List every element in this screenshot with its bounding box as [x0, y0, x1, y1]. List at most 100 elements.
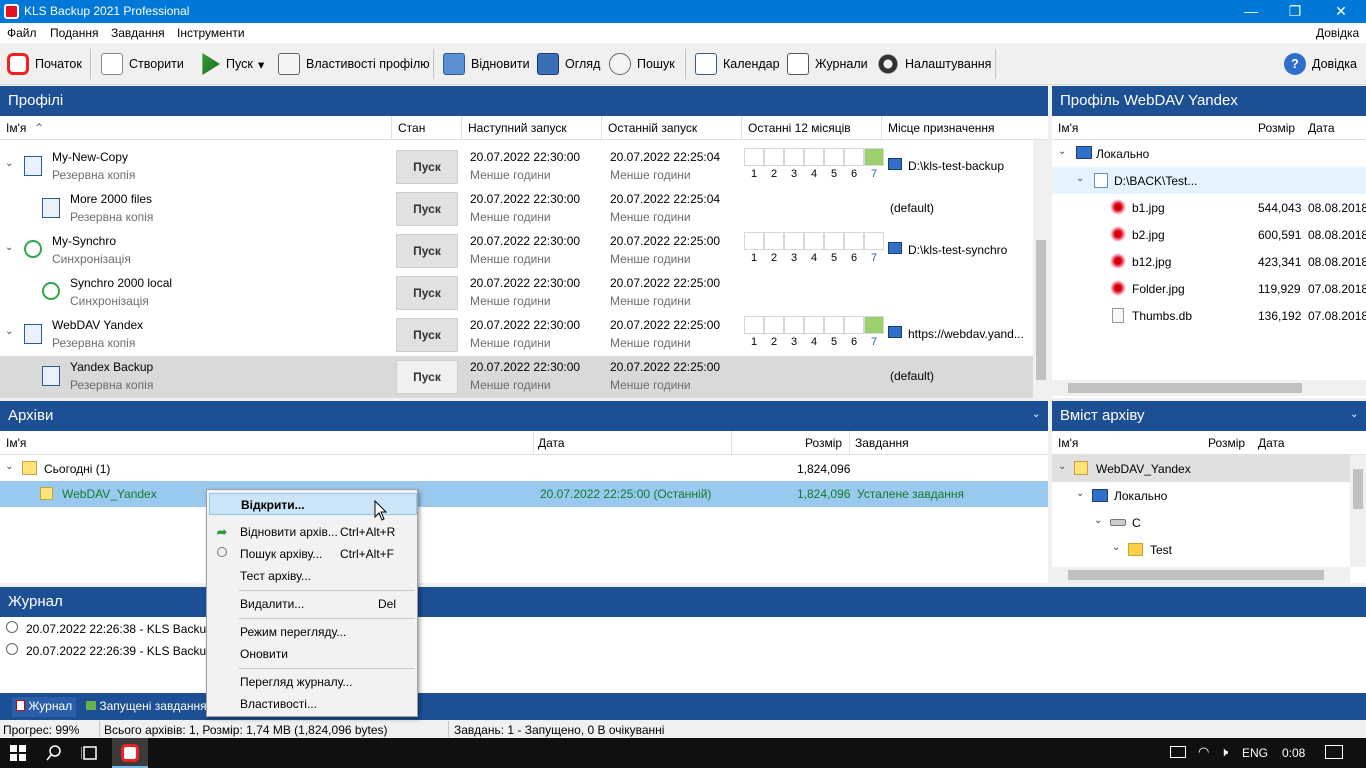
vertical-scrollbar[interactable] — [1350, 455, 1366, 567]
scrollbar-thumb[interactable] — [1068, 383, 1302, 393]
chevron-down-icon[interactable]: ⌄ — [1076, 488, 1084, 499]
chevron-down-icon[interactable]: ⌄ — [5, 461, 13, 472]
file-row[interactable]: Folder.jpg 119,929 07.08.2018 — [1052, 275, 1366, 302]
log-entry[interactable]: 20.07.2022 22:26:39 - KLS Backup Se — [0, 639, 1366, 661]
windows-start-icon[interactable] — [10, 745, 26, 761]
col-date[interactable]: Дата — [1258, 436, 1285, 450]
file-row[interactable]: Thumbs.db 136,192 07.08.2018 — [1052, 302, 1366, 329]
tree-node-folder[interactable]: ⌄ D:\BACK\Test... — [1052, 167, 1366, 194]
menu-item-search[interactable]: Пошук архіву... Ctrl+Alt+F — [209, 543, 417, 565]
collapse-chevron-icon[interactable]: ⌄ — [1350, 409, 1358, 420]
scrollbar-thumb[interactable] — [1353, 469, 1363, 509]
col-size[interactable]: Розмір — [1258, 121, 1295, 135]
chevron-down-icon[interactable]: ⌄ — [5, 158, 13, 169]
chevron-down-icon[interactable]: ⌄ — [1112, 542, 1120, 553]
chevron-down-icon[interactable]: ⌄ — [1076, 173, 1084, 184]
profile-row[interactable]: Synchro 2000 local Синхронізація Пуск 20… — [0, 272, 1033, 314]
tab-journal[interactable]: Журнал — [12, 697, 77, 717]
run-profile-button[interactable]: Пуск — [396, 360, 458, 394]
archive-group-row[interactable]: ⌄ Сьогодні (1) 1,824,096 — [0, 455, 1048, 482]
run-button[interactable]: Пуск — [193, 48, 258, 80]
col-task[interactable]: Завдання — [855, 436, 909, 450]
col-state[interactable]: Стан — [398, 121, 425, 135]
tree-node-archive[interactable]: ⌄ WebDAV_Yandex — [1052, 455, 1350, 482]
chevron-down-icon[interactable]: ⌄ — [1094, 515, 1102, 526]
tree-node-local[interactable]: ⌄ Локально — [1052, 482, 1350, 509]
tab-running-tasks[interactable]: Запущені завдання — [86, 699, 207, 713]
minimize-button[interactable]: — — [1228, 0, 1274, 23]
run-profile-button[interactable]: Пуск — [396, 318, 458, 352]
col-months[interactable]: Останні 12 місяців — [748, 121, 851, 135]
col-name[interactable]: Ім'я — [1058, 121, 1078, 135]
language-indicator[interactable]: ENG — [1242, 746, 1268, 760]
settings-button[interactable]: Налаштування — [872, 48, 996, 80]
menu-tasks[interactable]: Завдання — [111, 26, 165, 40]
col-size[interactable]: Розмір — [805, 436, 842, 450]
chevron-down-icon[interactable]: ⌄ — [1058, 461, 1066, 472]
logs-button[interactable]: Журнали — [782, 48, 873, 80]
horizontal-scrollbar[interactable] — [1052, 380, 1366, 396]
col-date[interactable]: Дата — [1308, 121, 1335, 135]
col-next-run[interactable]: Наступний запуск — [468, 121, 567, 135]
run-profile-button[interactable]: Пуск — [396, 234, 458, 268]
profile-row[interactable]: ⌄ WebDAV Yandex Резервна копія Пуск 20.0… — [0, 314, 1033, 356]
task-view-icon[interactable] — [81, 745, 99, 761]
run-profile-button[interactable]: Пуск — [396, 276, 458, 310]
menu-item-view-log[interactable]: Перегляд журналу... — [209, 671, 417, 693]
notifications-icon[interactable] — [1325, 745, 1343, 759]
col-last-run[interactable]: Останній запуск — [608, 121, 697, 135]
run-profile-button[interactable]: Пуск — [396, 192, 458, 226]
menu-help[interactable]: Довідка — [1316, 26, 1359, 40]
run-profile-button[interactable]: Пуск — [396, 150, 458, 184]
wifi-icon[interactable]: ◠ — [1198, 744, 1209, 760]
search-button[interactable]: Пошук — [604, 48, 680, 80]
search-icon[interactable] — [46, 745, 62, 761]
browse-button[interactable]: Огляд — [532, 48, 605, 80]
menu-tools[interactable]: Інструменти — [177, 26, 245, 40]
col-name[interactable]: Ім'я — [6, 436, 26, 450]
menu-view[interactable]: Подання — [50, 26, 98, 40]
profile-row-selected[interactable]: Yandex Backup Резервна копія Пуск 20.07.… — [0, 356, 1033, 398]
battery-icon[interactable] — [1170, 746, 1186, 758]
tree-node-folder[interactable]: ⌄ Test — [1052, 536, 1350, 563]
help-button[interactable]: ? Довідка — [1279, 48, 1362, 80]
profile-row[interactable]: ⌄ My-New-Copy Резервна копія Пуск 20.07.… — [0, 146, 1033, 188]
col-name[interactable]: Ім'я — [6, 121, 26, 135]
file-row[interactable]: b12.jpg 423,341 08.08.2018 — [1052, 248, 1366, 275]
taskbar-app-kls[interactable] — [112, 738, 148, 768]
chevron-down-icon[interactable]: ⌄ — [5, 242, 13, 253]
col-size[interactable]: Розмір — [1208, 436, 1245, 450]
archive-row-selected[interactable]: WebDAV_Yandex 20.07.2022 22:25:00 (Остан… — [0, 481, 1048, 507]
clock[interactable]: 0:08 — [1282, 746, 1305, 760]
tree-node-drive[interactable]: ⌄ C — [1052, 509, 1350, 536]
menu-item-restore[interactable]: ➦ Відновити архів... Ctrl+Alt+R — [209, 521, 417, 543]
profiles-scrollbar[interactable] — [1033, 140, 1049, 398]
scrollbar-thumb[interactable] — [1036, 240, 1046, 380]
log-entry[interactable]: 20.07.2022 22:26:38 - KLS Backup 20 — [0, 617, 1366, 639]
profile-row[interactable]: ⌄ My-Synchro Синхронізація Пуск 20.07.20… — [0, 230, 1033, 272]
restore-button-toolbar[interactable]: Відновити — [438, 48, 535, 80]
menu-item-refresh[interactable]: Оновити — [209, 643, 417, 665]
chevron-down-icon[interactable]: ⌄ — [1058, 146, 1066, 157]
menu-item-delete[interactable]: Видалити... Del — [209, 593, 417, 615]
file-row[interactable]: b1.jpg 544,043 08.08.2018 — [1052, 194, 1366, 221]
calendar-button[interactable]: Календар — [690, 48, 785, 80]
restore-button[interactable]: ❐ — [1272, 0, 1318, 23]
volume-icon[interactable]: 🕨 — [1220, 744, 1228, 760]
col-destination[interactable]: Місце призначення — [888, 121, 995, 135]
start-button[interactable]: Початок — [2, 48, 87, 80]
close-button[interactable]: ✕ — [1318, 0, 1364, 23]
menu-item-test[interactable]: Тест архіву... — [209, 565, 417, 587]
profile-properties-button[interactable]: Властивості профілю — [273, 48, 435, 80]
create-button[interactable]: Створити — [96, 48, 189, 80]
profile-row[interactable]: More 2000 files Резервна копія Пуск 20.0… — [0, 188, 1033, 230]
run-dropdown-arrow[interactable]: ▾ — [258, 48, 264, 80]
tree-node-local[interactable]: ⌄ Локально — [1052, 140, 1366, 167]
horizontal-scrollbar[interactable] — [1052, 567, 1350, 583]
collapse-chevron-icon[interactable]: ⌄ — [1032, 409, 1040, 420]
menu-item-view-mode[interactable]: Режим перегляду... — [209, 621, 417, 643]
menu-file[interactable]: Файл — [7, 26, 37, 40]
menu-item-properties[interactable]: Властивості... — [209, 693, 417, 715]
chevron-down-icon[interactable]: ⌄ — [5, 326, 13, 337]
file-row[interactable]: b2.jpg 600,591 08.08.2018 — [1052, 221, 1366, 248]
